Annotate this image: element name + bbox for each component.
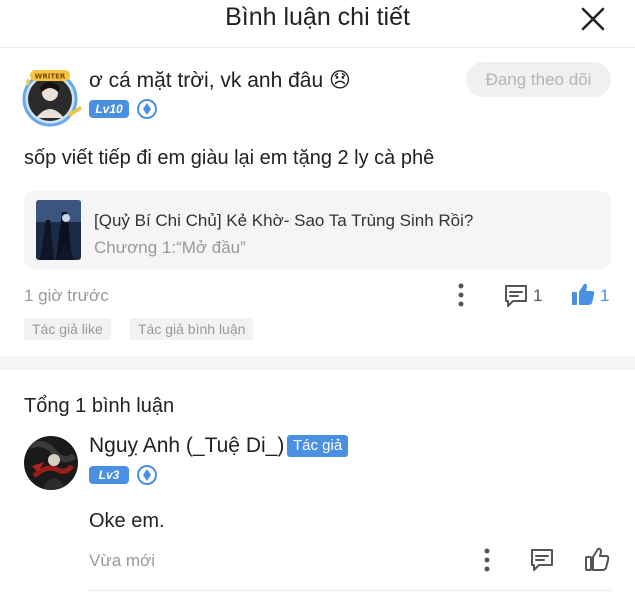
header-bar: Bình luận chi tiết [0,0,635,48]
writer-badge-text: WRITER [35,73,66,81]
divider [89,590,611,591]
comment-time: 1 giờ trước [24,286,109,305]
book-card[interactable]: [Quỷ Bí Chi Chủ] Kẻ Khờ- Sao Ta Trùng Si… [24,191,611,269]
reply-text: Oke em. [89,510,165,532]
total-comments-label: Tổng 1 bình luận [24,395,175,417]
book-cover [36,200,81,260]
follow-button[interactable]: Đang theo dõi [466,62,611,97]
diamond-icon [137,465,157,485]
tag-author-like: Tác giả like [24,318,111,340]
tag-author-comment: Tác giả bình luận [130,318,254,340]
like-icon[interactable] [584,546,610,572]
reply-username[interactable]: Nguỵ Anh (_Tuệ Di_) [89,434,284,458]
more-options-icon[interactable] [457,283,465,307]
page-title: Bình luận chi tiết [225,3,410,31]
book-title: [Quỷ Bí Chi Chủ] Kẻ Khờ- Sao Ta Trùng Si… [94,211,474,230]
user-avatar[interactable]: WRITER [20,66,84,128]
reply-level-badge: Lv3 [89,466,129,484]
reply-icon[interactable] [529,547,555,573]
reply-time: Vừa mới [89,551,155,570]
close-icon[interactable] [579,5,607,33]
book-chapter: Chương 1:“Mở đầu” [94,238,246,257]
comment-text: sốp viết tiếp đi em giàu lại em tặng 2 l… [24,147,435,169]
diamond-icon [137,99,157,119]
level-badge: Lv10 [89,100,129,118]
reply-count: 1 [533,286,543,305]
reply-avatar[interactable] [24,436,78,490]
comment-username[interactable]: ơ cá mặt trời, vk anh đâu 😞 [89,68,351,93]
like-icon[interactable] [570,281,596,307]
like-count: 1 [600,286,610,305]
reply-icon[interactable] [503,283,529,309]
section-divider [0,356,635,370]
author-badge: Tác giả [287,435,349,457]
more-options-icon[interactable] [483,548,491,572]
